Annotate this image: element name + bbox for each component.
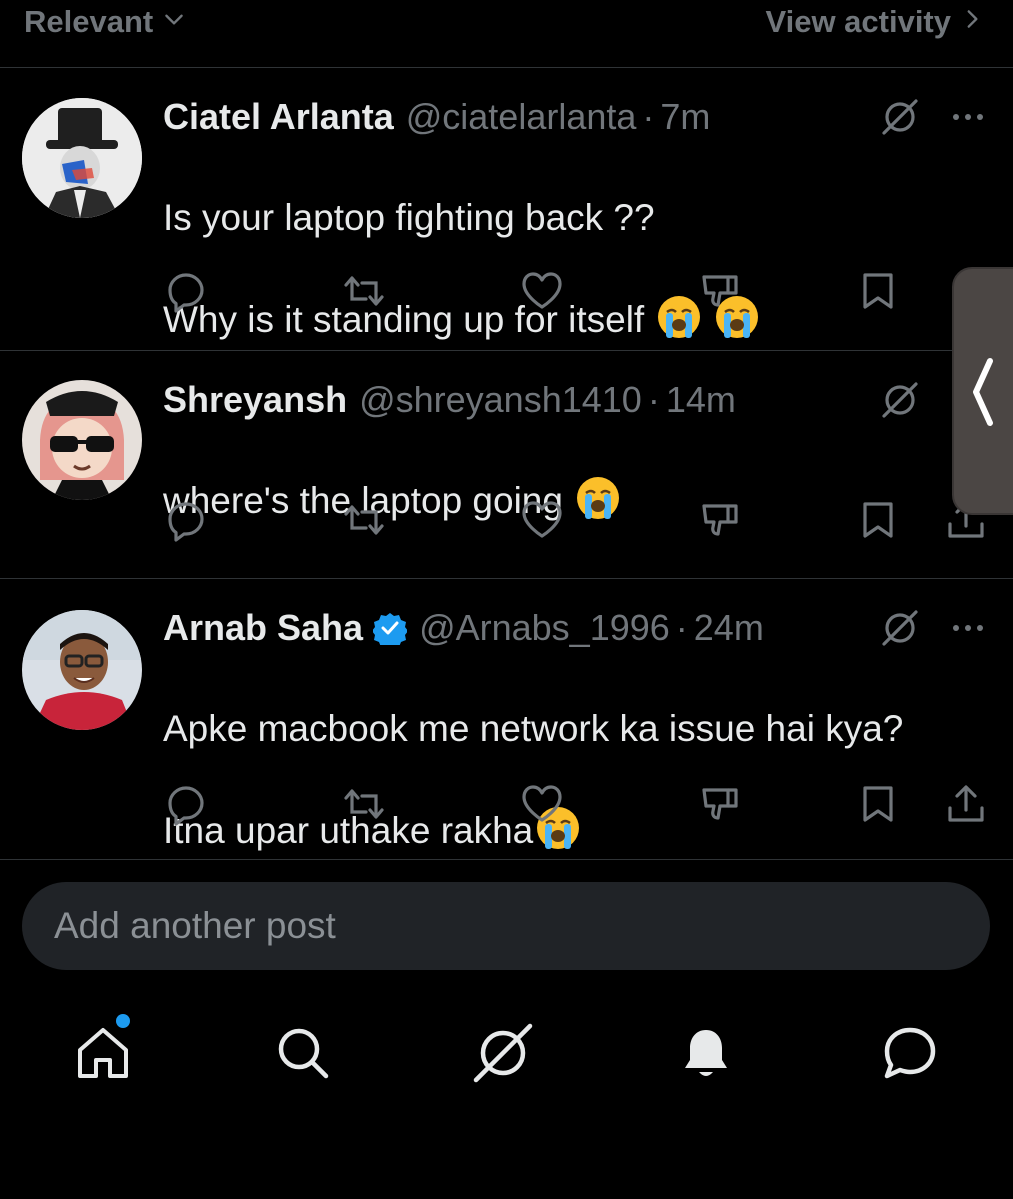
- chevron-left-icon: [973, 358, 993, 426]
- post-actions: [0, 780, 1013, 828]
- like-heart-icon[interactable]: [518, 496, 566, 544]
- chevron-down-icon: [161, 4, 187, 40]
- search-icon[interactable]: [270, 1020, 336, 1086]
- author-handle[interactable]: @shreyansh1410: [359, 378, 642, 422]
- share-icon[interactable]: [942, 780, 990, 828]
- repost-icon[interactable]: [340, 496, 388, 544]
- messages-icon[interactable]: [877, 1020, 943, 1086]
- post-header: Arnab Saha @Arnabs_1996 · 24m: [163, 606, 764, 650]
- divider: [0, 859, 1013, 860]
- post-time: 7m: [660, 96, 711, 137]
- separator: ·: [642, 96, 655, 137]
- bookmark-icon[interactable]: [854, 496, 902, 544]
- reply-icon[interactable]: [162, 496, 210, 544]
- post-header: Shreyansh @shreyansh1410 · 14m: [163, 378, 736, 422]
- author-name[interactable]: Arnab Saha: [163, 606, 363, 650]
- bookmark-icon[interactable]: [854, 267, 902, 315]
- chevron-right-icon: [959, 4, 985, 40]
- grok-explain-button[interactable]: [878, 606, 922, 650]
- post-text-line: Apke macbook me network ka issue hai kya…: [163, 708, 904, 749]
- verified-badge-icon: [373, 611, 408, 645]
- dislike-icon[interactable]: [696, 496, 744, 544]
- divider: [0, 67, 1013, 68]
- separator: ·: [675, 607, 688, 648]
- thread-topbar: Relevant View activity: [0, 0, 1013, 66]
- dislike-icon[interactable]: [696, 780, 744, 828]
- post-time: 24m: [693, 607, 764, 648]
- repost-icon[interactable]: [340, 780, 388, 828]
- more-options-icon[interactable]: [946, 95, 990, 139]
- add-post-placeholder: Add another post: [54, 905, 336, 946]
- like-heart-icon[interactable]: [518, 780, 566, 828]
- bookmark-icon[interactable]: [854, 780, 902, 828]
- divider: [0, 578, 1013, 579]
- author-handle[interactable]: @ciatelarlanta: [406, 95, 637, 139]
- post-actions: [0, 496, 1013, 544]
- sort-replies-button[interactable]: Relevant: [24, 4, 187, 40]
- reply-icon[interactable]: [162, 780, 210, 828]
- avatar[interactable]: [22, 380, 142, 500]
- add-post-input[interactable]: Add another post: [22, 882, 990, 970]
- dislike-icon[interactable]: [696, 267, 744, 315]
- home-icon[interactable]: [70, 1020, 136, 1086]
- avatar[interactable]: [22, 98, 142, 218]
- divider: [0, 350, 1013, 351]
- bottom-nav: [0, 1010, 1013, 1100]
- separator: ·: [647, 379, 660, 420]
- author-name[interactable]: Shreyansh: [163, 378, 347, 422]
- grok-explain-button[interactable]: [878, 378, 922, 422]
- view-activity-label: View activity: [765, 4, 951, 39]
- more-options-icon[interactable]: [946, 606, 990, 650]
- view-activity-link[interactable]: View activity: [765, 4, 985, 40]
- reply-icon[interactable]: [162, 267, 210, 315]
- grok-icon[interactable]: [470, 1020, 536, 1086]
- sort-label: Relevant: [24, 4, 154, 39]
- author-name[interactable]: Ciatel Arlanta: [163, 95, 394, 139]
- like-heart-icon[interactable]: [518, 267, 566, 315]
- post-header: Ciatel Arlanta @ciatelarlanta · 7m: [163, 95, 710, 139]
- post-actions: [0, 267, 1013, 315]
- reply-thread-screen: Relevant View activity Ciatel Arlanta @c…: [0, 0, 1013, 1199]
- post-time: 14m: [665, 379, 736, 420]
- avatar[interactable]: [22, 610, 142, 730]
- side-drawer-handle[interactable]: [952, 267, 1013, 515]
- grok-explain-button[interactable]: [878, 95, 922, 139]
- home-notification-badge: [116, 1014, 130, 1028]
- notifications-bell-icon[interactable]: [673, 1020, 739, 1086]
- author-handle[interactable]: @Arnabs_1996: [419, 606, 670, 650]
- post-text-line: Is your laptop fighting back ??: [163, 197, 655, 238]
- repost-icon[interactable]: [340, 267, 388, 315]
